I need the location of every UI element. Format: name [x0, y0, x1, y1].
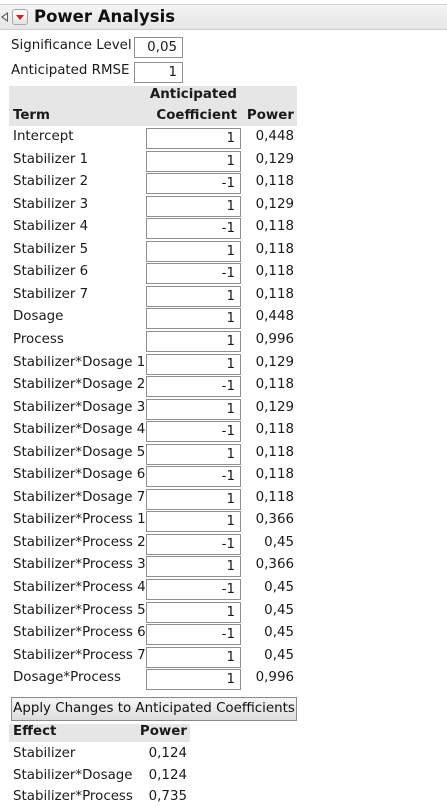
effect-power-value: 0,124 — [148, 746, 187, 761]
anticipated-coefficient-input[interactable]: -1 — [146, 173, 241, 194]
term-power-value: 0,118 — [255, 467, 294, 482]
term-power-value: 0,118 — [255, 445, 294, 460]
anticipated-coefficient-input[interactable]: 1 — [146, 647, 241, 668]
anticipated-coefficient-input[interactable]: 1 — [146, 151, 241, 172]
effect-label: Stabilizer — [13, 746, 76, 761]
term-label: Stabilizer*Process 6 — [13, 625, 146, 640]
significance-level-label: Significance Level — [11, 38, 132, 53]
term-column-header: Term — [13, 108, 50, 123]
term-power-value: 0,996 — [255, 332, 294, 347]
term-label: Stabilizer 5 — [13, 242, 89, 257]
effect-power-value: 0,735 — [148, 789, 187, 804]
effect-power-value: 0,124 — [148, 768, 187, 783]
anticipated-coefficient-input[interactable]: 1 — [146, 556, 241, 577]
anticipated-coefficient-input[interactable]: -1 — [146, 579, 241, 600]
effect-label: Stabilizer*Process — [13, 789, 133, 804]
significance-level-input[interactable]: 0,05 — [134, 37, 183, 58]
anticipated-coefficient-input[interactable]: -1 — [146, 624, 241, 645]
term-label: Stabilizer*Dosage 4 — [13, 422, 146, 437]
term-label: Stabilizer 7 — [13, 287, 89, 302]
effect-column-header: Effect — [13, 724, 57, 739]
anticipated-rmse-input[interactable]: 1 — [134, 62, 183, 83]
term-label: Stabilizer 6 — [13, 264, 89, 279]
term-power-value: 0,118 — [255, 219, 294, 234]
anticipated-coefficient-input[interactable]: 1 — [146, 511, 241, 532]
anticipated-coefficient-input[interactable]: 1 — [146, 444, 241, 465]
anticipated-coefficient-input[interactable]: 1 — [146, 286, 241, 307]
term-power-value: 0,366 — [255, 512, 294, 527]
anticipated-coefficient-input[interactable]: 1 — [146, 669, 241, 690]
anticipated-coefficient-input[interactable]: 1 — [146, 308, 241, 329]
anticipated-coefficient-input[interactable]: 1 — [146, 196, 241, 217]
term-label: Stabilizer*Process 5 — [13, 603, 146, 618]
term-power-value: 0,118 — [255, 377, 294, 392]
anticipated-coefficient-input[interactable]: 1 — [146, 602, 241, 623]
apply-changes-button[interactable]: Apply Changes to Anticipated Coefficient… — [11, 697, 297, 721]
term-label: Stabilizer*Dosage 3 — [13, 400, 146, 415]
term-label: Stabilizer 2 — [13, 174, 89, 189]
term-power-value: 0,996 — [255, 670, 294, 685]
anticipated-coefficient-input[interactable]: 1 — [146, 331, 241, 352]
term-label: Stabilizer*Process 3 — [13, 557, 146, 572]
anticipated-coefficient-input[interactable]: -1 — [146, 218, 241, 239]
term-label: Stabilizer*Dosage 1 — [13, 355, 146, 370]
term-power-value: 0,45 — [264, 648, 294, 663]
term-power-value: 0,118 — [255, 174, 294, 189]
anticipated-coefficient-input[interactable]: -1 — [146, 534, 241, 555]
term-label: Stabilizer 1 — [13, 152, 89, 167]
term-label: Stabilizer*Process 4 — [13, 580, 146, 595]
anticipated-coefficient-input[interactable]: -1 — [146, 376, 241, 397]
power-analysis-outline-header: Power Analysis — [0, 4, 447, 30]
term-label: Stabilizer*Process 1 — [13, 512, 146, 527]
term-power-value: 0,118 — [255, 264, 294, 279]
term-label: Stabilizer*Process 2 — [13, 535, 146, 550]
term-power-value: 0,129 — [255, 152, 294, 167]
anticipated-coefficient-input[interactable]: 1 — [146, 241, 241, 262]
term-power-value: 0,118 — [255, 242, 294, 257]
term-power-value: 0,129 — [255, 400, 294, 415]
term-power-value: 0,118 — [255, 422, 294, 437]
term-label: Stabilizer 3 — [13, 197, 89, 212]
term-power-value: 0,118 — [255, 287, 294, 302]
term-label: Stabilizer*Process 7 — [13, 648, 146, 663]
term-power-value: 0,45 — [264, 535, 294, 550]
term-power-value: 0,129 — [255, 197, 294, 212]
term-label: Stabilizer*Dosage 2 — [13, 377, 146, 392]
panel-title: Power Analysis — [34, 7, 176, 26]
term-label: Process — [13, 332, 64, 347]
term-label: Dosage*Process — [13, 670, 121, 685]
term-label: Stabilizer*Dosage 5 — [13, 445, 146, 460]
anticipated-coefficient-input[interactable]: 1 — [146, 354, 241, 375]
red-triangle-menu-icon[interactable] — [12, 9, 28, 25]
anticipated-coefficient-input[interactable]: -1 — [146, 466, 241, 487]
anticipated-rmse-label: Anticipated RMSE — [11, 63, 130, 78]
power-column-header: Power — [246, 108, 294, 123]
term-label: Stabilizer*Dosage 7 — [13, 490, 146, 505]
term-power-value: 0,448 — [255, 129, 294, 144]
effect-label: Stabilizer*Dosage — [13, 768, 133, 783]
coefficient-column-header-line1: Anticipated — [149, 87, 237, 102]
term-label: Dosage — [13, 309, 64, 324]
term-power-value: 0,45 — [264, 625, 294, 640]
disclosure-triangle-icon[interactable] — [1, 12, 8, 22]
effect-power-column-header: Power — [139, 724, 187, 739]
term-label: Intercept — [13, 129, 74, 144]
anticipated-coefficient-input[interactable]: -1 — [146, 421, 241, 442]
term-power-value: 0,45 — [264, 603, 294, 618]
term-label: Stabilizer 4 — [13, 219, 89, 234]
term-power-value: 0,129 — [255, 355, 294, 370]
term-label: Stabilizer*Dosage 6 — [13, 467, 146, 482]
anticipated-coefficient-input[interactable]: 1 — [146, 399, 241, 420]
anticipated-coefficient-input[interactable]: 1 — [146, 489, 241, 510]
term-power-value: 0,45 — [264, 580, 294, 595]
term-power-value: 0,366 — [255, 557, 294, 572]
term-power-value: 0,118 — [255, 490, 294, 505]
term-power-value: 0,448 — [255, 309, 294, 324]
anticipated-coefficient-input[interactable]: -1 — [146, 263, 241, 284]
anticipated-coefficient-input[interactable]: 1 — [146, 128, 241, 149]
coefficient-column-header-line2: Coefficient — [156, 108, 237, 123]
